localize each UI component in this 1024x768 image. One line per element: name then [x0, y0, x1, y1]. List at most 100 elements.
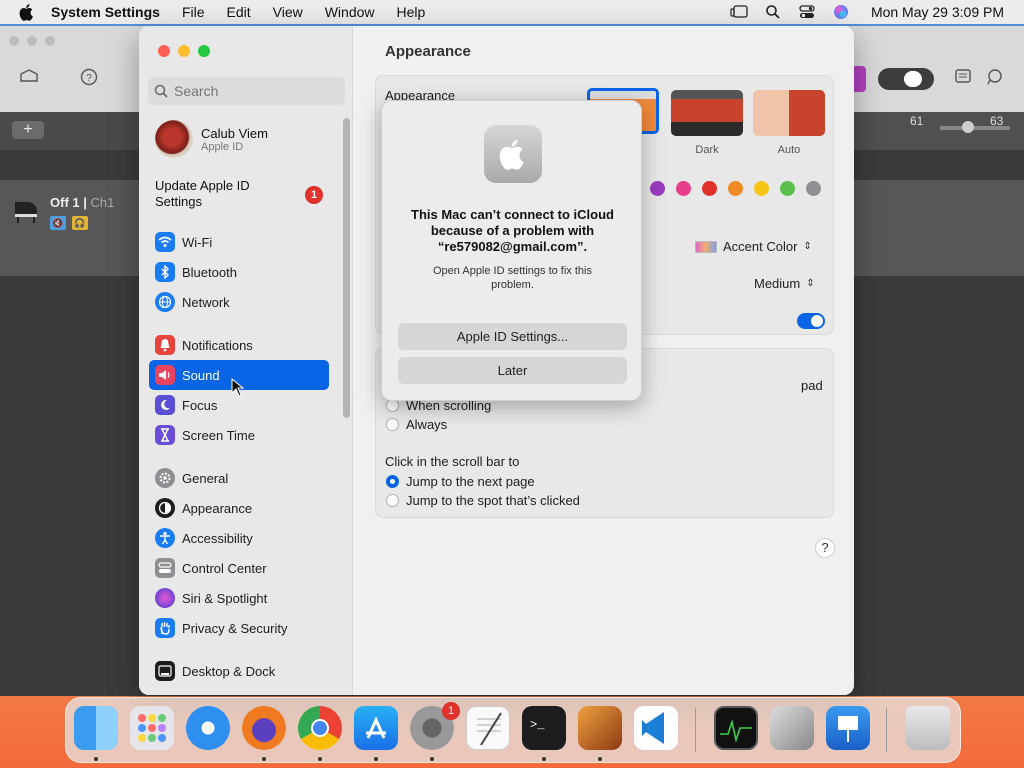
spotlight-search-icon[interactable] [763, 4, 783, 20]
hand-icon [155, 618, 175, 638]
dock-separator [886, 708, 887, 752]
accent-color-pink[interactable] [676, 181, 691, 196]
window-close-button[interactable] [158, 45, 170, 57]
bg-window-zoom[interactable] [45, 36, 55, 46]
sidebar-item-wifi[interactable]: Wi-Fi [149, 227, 329, 257]
siri-icon[interactable] [831, 4, 851, 20]
menu-app-name[interactable]: System Settings [51, 4, 160, 20]
trash-icon[interactable] [906, 706, 950, 750]
activity-monitor-icon[interactable] [714, 706, 758, 750]
firefox-icon[interactable] [242, 706, 286, 750]
menu-help[interactable]: Help [397, 4, 426, 20]
track-name[interactable]: Off 1 | Ch1 [50, 195, 114, 210]
notepad-icon[interactable] [952, 68, 974, 86]
accent-color-orange[interactable] [728, 181, 743, 196]
bluetooth-icon [155, 262, 175, 282]
svg-text:>_: >_ [530, 718, 545, 732]
keynote-icon[interactable] [826, 706, 870, 750]
safari-icon[interactable] [186, 706, 230, 750]
accent-color-purple[interactable] [650, 181, 665, 196]
app-store-icon[interactable] [354, 706, 398, 750]
menubar-clock[interactable]: Mon May 29 3:09 PM [871, 4, 1004, 20]
sidebar-item-appearance[interactable]: Appearance [149, 493, 329, 523]
radio-jump-next-page[interactable]: Jump to the next page [386, 474, 535, 489]
control-center-icon[interactable] [797, 4, 817, 20]
apple-id-profile[interactable]: Calub Viem Apple ID [155, 119, 345, 159]
zoom-slider[interactable] [940, 121, 1010, 133]
library-icon[interactable] [18, 68, 40, 86]
migration-assistant-icon[interactable] [770, 706, 814, 750]
highlight-color-select[interactable]: Accent Color ⇕ [695, 239, 812, 254]
control-center-icon [155, 558, 175, 578]
launchpad-icon[interactable] [130, 706, 174, 750]
sidebar-search[interactable] [148, 77, 345, 105]
moon-icon [155, 395, 175, 415]
window-zoom-button[interactable] [198, 45, 210, 57]
ruler-mark: 61 [910, 114, 924, 128]
bg-window-close[interactable] [9, 36, 19, 46]
menu-window[interactable]: Window [325, 4, 375, 20]
headphones-solo-button[interactable]: 🎧 [72, 216, 88, 230]
sidebar-item-siri-spotlight[interactable]: Siri & Spotlight [149, 583, 329, 613]
search-input[interactable] [174, 83, 334, 99]
hourglass-icon [155, 425, 175, 445]
theme-dark-label: Dark [695, 144, 719, 156]
sidebar-item-label: Siri & Spotlight [182, 590, 268, 606]
sidebar-item-accessibility[interactable]: Accessibility [149, 523, 329, 553]
accent-color-yellow[interactable] [754, 181, 769, 196]
terminal-icon[interactable]: >_ [522, 706, 566, 750]
sidebar-item-label: Focus [182, 397, 218, 413]
window-minimize-button[interactable] [178, 45, 190, 57]
apple-id-settings-button[interactable]: Apple ID Settings... [398, 323, 627, 350]
running-indicator [598, 757, 602, 761]
sidebar-icon-size-select[interactable]: Medium ⇕ [754, 276, 815, 291]
textedit-icon[interactable] [466, 706, 510, 750]
menu-bar: System Settings File Edit View Window He… [0, 0, 1024, 24]
theme-dark-thumbnail[interactable] [671, 90, 743, 136]
radio-jump-to-spot[interactable]: Jump to the spot that’s clicked [386, 493, 580, 508]
sidebar-item-bluetooth[interactable]: Bluetooth [149, 257, 329, 287]
chrome-icon[interactable] [298, 706, 342, 750]
stage-manager-icon[interactable] [729, 4, 749, 20]
quick-help-icon[interactable]: ? [78, 68, 100, 86]
accent-color-red[interactable] [702, 181, 717, 196]
running-indicator [430, 757, 434, 761]
avatar [155, 120, 193, 158]
radio-always[interactable]: Always [386, 417, 447, 432]
menu-file[interactable]: File [182, 4, 205, 20]
add-track-button[interactable]: + [12, 121, 44, 139]
apple-menu-icon[interactable] [17, 2, 37, 22]
garageband-icon[interactable] [578, 706, 622, 750]
wallpaper-tinting-toggle[interactable] [797, 313, 825, 329]
show-scroll-bars-partial: pad [801, 378, 823, 393]
menu-edit[interactable]: Edit [227, 4, 251, 20]
timeline-ruler: 61 63 [852, 112, 1024, 150]
sidebar-item-notifications[interactable]: Notifications [149, 330, 329, 360]
vscode-icon[interactable] [634, 706, 678, 750]
finder-icon[interactable] [74, 706, 118, 750]
accent-color-graphite[interactable] [806, 181, 821, 196]
bg-window-minimize[interactable] [27, 36, 37, 46]
later-button[interactable]: Later [398, 357, 627, 384]
sidebar-item-privacy-security[interactable]: Privacy & Security [149, 613, 329, 643]
chevron-updown-icon: ⇕ [803, 241, 812, 252]
update-badge: 1 [305, 186, 323, 204]
help-button[interactable]: ? [815, 538, 835, 558]
theme-auto-thumbnail[interactable] [753, 90, 825, 136]
bg-toggle-pill[interactable] [878, 68, 934, 90]
icon-size-value: Medium [754, 276, 801, 291]
mute-button[interactable]: 🔇 [50, 216, 66, 230]
menu-view[interactable]: View [273, 4, 303, 20]
sidebar-scrollbar[interactable] [343, 118, 350, 418]
sidebar-item-network[interactable]: Network [149, 287, 329, 317]
sidebar-item-screen-time[interactable]: Screen Time [149, 420, 329, 450]
loop-browser-icon[interactable] [985, 68, 1007, 86]
accent-color-green[interactable] [780, 181, 795, 196]
sidebar-item-general[interactable]: General [149, 463, 329, 493]
sidebar-item-label: General [182, 470, 229, 486]
siri-icon [155, 588, 175, 608]
sidebar-item-label: Privacy & Security [182, 620, 288, 636]
sidebar-item-desktop-dock[interactable]: Desktop & Dock [149, 656, 329, 686]
highlight-value: Accent Color [723, 239, 798, 254]
sidebar-item-control-center[interactable]: Control Center [149, 553, 329, 583]
